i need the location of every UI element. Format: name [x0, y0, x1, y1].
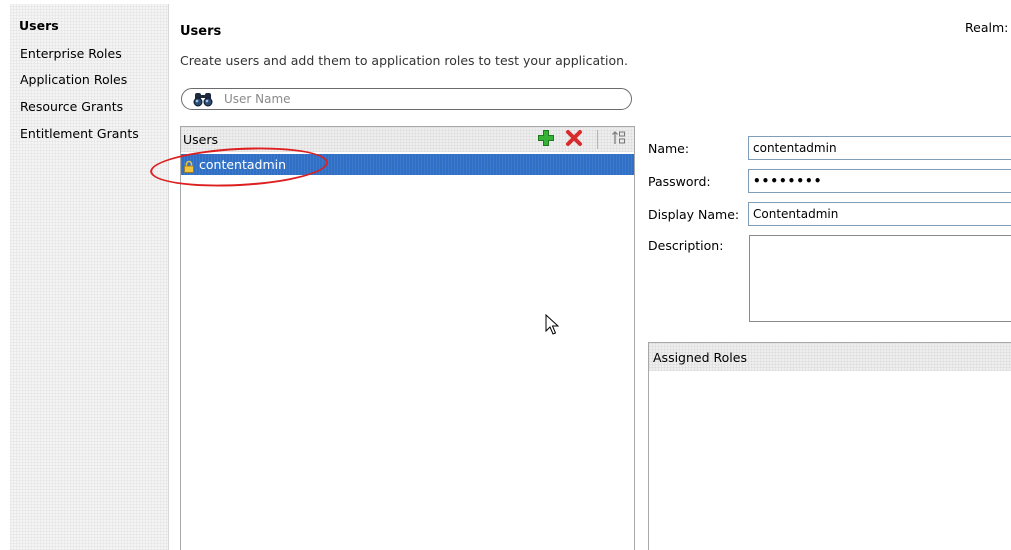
sidebar-item-resource-grants[interactable]: Resource Grants [20, 97, 123, 117]
assigned-roles-header-label: Assigned Roles [653, 350, 747, 365]
sidebar-item-enterprise-roles[interactable]: Enterprise Roles [20, 44, 122, 64]
users-list-panel: Users contentadmin [180, 126, 635, 550]
search-input[interactable] [224, 91, 604, 107]
sort-icon [611, 129, 627, 150]
assigned-roles-panel: Assigned Roles [648, 342, 1011, 550]
mouse-cursor-icon [545, 313, 560, 336]
name-label: Name: [648, 141, 690, 156]
assigned-roles-header: Assigned Roles [649, 343, 1011, 371]
sidebar-nav: Users Enterprise Roles Application Roles… [10, 4, 169, 550]
description-field[interactable] [749, 235, 1011, 322]
delete-user-button[interactable] [564, 129, 584, 149]
users-list-header-label: Users [183, 132, 219, 147]
add-user-button[interactable] [536, 129, 556, 149]
binoculars-icon[interactable] [193, 91, 213, 107]
description-label: Description: [648, 238, 724, 253]
name-field[interactable]: contentadmin [748, 136, 1011, 160]
password-field[interactable]: •••••••• [748, 169, 1011, 193]
x-icon [565, 129, 583, 150]
plus-icon [537, 129, 555, 150]
sidebar-item-entitlement-grants[interactable]: Entitlement Grants [20, 124, 139, 144]
sort-button[interactable] [609, 129, 629, 149]
page-description: Create users and add them to application… [180, 53, 629, 68]
toolbar-divider [597, 130, 598, 149]
page-title: Users [180, 24, 222, 39]
realm-label: Realm: [965, 20, 1009, 35]
display-name-field[interactable]: Contentadmin [748, 202, 1011, 226]
display-name-label: Display Name: [648, 207, 740, 222]
search-box[interactable] [181, 88, 632, 110]
sidebar-item-application-roles[interactable]: Application Roles [20, 70, 127, 90]
password-label: Password: [648, 174, 711, 189]
sidebar-item-users[interactable]: Users [19, 16, 59, 36]
